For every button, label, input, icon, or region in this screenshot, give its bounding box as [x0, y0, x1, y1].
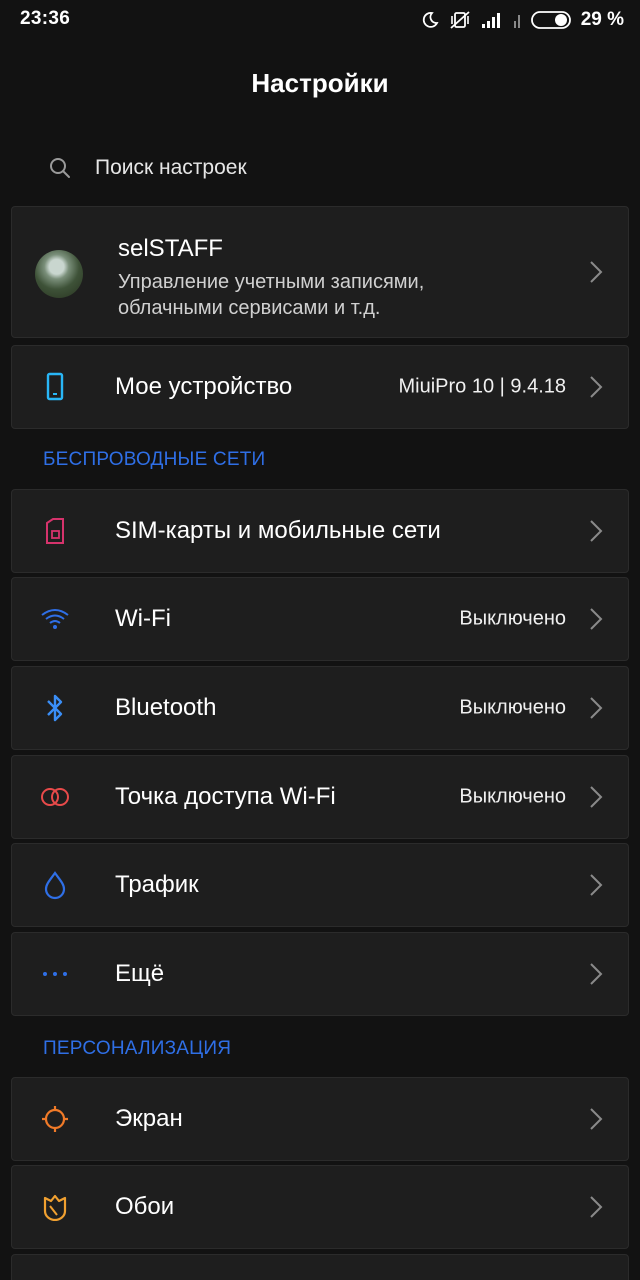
traffic-label: Трафик: [115, 871, 199, 898]
chevron-right-icon: [590, 697, 603, 719]
chevron-right-icon: [590, 1108, 603, 1130]
status-icons: 29 %: [421, 8, 624, 32]
hotspot-icon: [40, 782, 70, 812]
more-item[interactable]: Ещё: [11, 932, 629, 1016]
display-sun-icon: [40, 1104, 70, 1134]
display-label: Экран: [115, 1105, 183, 1132]
account-description-line1: Управление учетными записями,: [118, 271, 425, 293]
bluetooth-status: Выключено: [459, 696, 566, 719]
chevron-right-icon: [590, 963, 603, 985]
wallpaper-icon: [40, 1192, 70, 1222]
traffic-item[interactable]: Трафик: [11, 843, 629, 927]
account-description: Управление учетными записями, облачными …: [118, 269, 424, 321]
hotspot-status: Выключено: [459, 785, 566, 808]
status-bar: 23:36 29 %: [0, 0, 640, 40]
chevron-right-icon: [590, 261, 603, 283]
status-time: 23:36: [20, 8, 71, 29]
chevron-right-icon: [590, 520, 603, 542]
more-dots-icon: [40, 959, 70, 989]
hotspot-item[interactable]: Точка доступа Wi-Fi Выключено: [11, 755, 629, 839]
phone-icon: [40, 372, 70, 402]
settings-screen: 23:36 29 % Настройки Поиск настроек selS…: [0, 0, 640, 1280]
more-label: Ещё: [115, 960, 165, 987]
bluetooth-icon: [40, 693, 70, 723]
account-name: selSTAFF: [118, 235, 223, 262]
my-device-value: MiuiPro 10 | 9.4.18: [398, 375, 566, 398]
signal-icon-2: [513, 11, 521, 29]
battery-icon: [530, 10, 571, 30]
moon-icon: [421, 11, 439, 29]
wifi-status: Выключено: [459, 607, 566, 630]
traffic-drop-icon: [40, 870, 70, 900]
page-title: Настройки: [251, 68, 389, 98]
chevron-right-icon: [590, 786, 603, 808]
account-card[interactable]: selSTAFF Управление учетными записями, о…: [11, 206, 629, 338]
display-item[interactable]: Экран: [11, 1077, 629, 1161]
chevron-right-icon: [590, 1196, 603, 1218]
search-bar[interactable]: [30, 146, 610, 190]
section-header-personalization: ПЕРСОНАЛИЗАЦИЯ: [43, 1038, 232, 1059]
wifi-icon: [40, 604, 70, 634]
chevron-right-icon: [590, 376, 603, 398]
wallpaper-item[interactable]: Обои: [11, 1165, 629, 1249]
sim-cards-label: SIM-карты и мобильные сети: [115, 517, 441, 544]
chevron-right-icon: [590, 874, 603, 896]
my-device-label: Мое устройство: [115, 373, 293, 400]
battery-percent: 29 %: [580, 9, 624, 30]
search-icon: [50, 158, 70, 178]
section-header-wireless: БЕСПРОВОДНЫЕ СЕТИ: [43, 449, 266, 470]
sim-cards-item[interactable]: SIM-карты и мобильные сети: [11, 489, 629, 573]
wallpaper-label: Обои: [115, 1193, 175, 1220]
hotspot-label: Точка доступа Wi-Fi: [115, 783, 336, 810]
avatar: [35, 250, 83, 298]
wifi-item[interactable]: Wi-Fi Выключено: [11, 577, 629, 661]
bluetooth-label: Bluetooth: [115, 694, 217, 721]
sim-card-icon: [40, 516, 70, 546]
chevron-right-icon: [590, 608, 603, 630]
next-item-partial[interactable]: [11, 1254, 629, 1280]
account-description-line2: облачными сервисами и т.д.: [118, 297, 381, 319]
wifi-label: Wi-Fi: [115, 605, 171, 632]
my-device-item[interactable]: Мое устройство MiuiPro 10 | 9.4.18: [11, 345, 629, 429]
bluetooth-item[interactable]: Bluetooth Выключено: [11, 666, 629, 750]
signal-icon: [481, 11, 503, 29]
vibrate-off-icon: [449, 10, 471, 30]
search-input[interactable]: [95, 156, 575, 180]
